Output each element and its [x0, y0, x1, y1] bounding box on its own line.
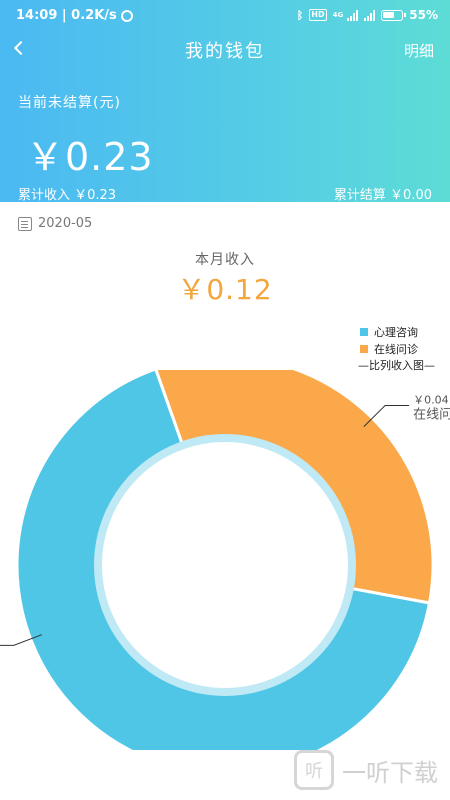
legend-label-consult: 心理咨询	[374, 325, 418, 339]
hd-badge: HD	[309, 9, 327, 21]
battery-icon	[381, 9, 407, 21]
wallet-header: 14:09 | 0.2K/s ᛒ HD 4G 55% 我的钱包 明细 当前未结算…	[0, 0, 450, 203]
legend-label-online: 在线问诊	[374, 342, 418, 356]
pending-label: 当前未结算(元)	[18, 95, 121, 111]
legend-swatch-online	[360, 344, 368, 353]
data-label-online-name: 在线问诊	[413, 407, 450, 422]
status-time: 14:09 | 0.2K/s	[16, 8, 117, 23]
network-type-label: 4G	[332, 10, 344, 19]
slice-online[interactable]	[154, 370, 435, 605]
month-selector[interactable]: 2020-05	[18, 216, 92, 231]
legend-swatch-consult	[360, 327, 368, 336]
donut-inner-ring	[94, 434, 356, 696]
total-income: 累计收入 ￥0.23	[18, 188, 117, 203]
month-date: 2020-05	[38, 216, 93, 231]
status-right: ᛒ HD 4G 55%	[297, 8, 438, 22]
bluetooth-icon: ᛒ	[296, 8, 304, 22]
alarm-icon	[120, 9, 133, 22]
detail-link[interactable]: 明细	[404, 40, 434, 61]
battery-level: 55%	[409, 8, 438, 22]
status-left: 14:09 | 0.2K/s	[16, 8, 133, 23]
signal-icon-2	[364, 9, 376, 21]
nav-bar: 我的钱包 明细	[0, 30, 450, 68]
total-settled: 累计结算 ￥0.00	[333, 188, 432, 203]
page-title: 我的钱包	[185, 41, 265, 62]
month-income-label: 本月收入	[195, 252, 255, 268]
signal-icon	[347, 9, 359, 21]
calendar-icon	[18, 216, 32, 231]
watermark-logo: 听	[294, 750, 334, 790]
chart-legend: 心理咨询 在线问诊	[360, 323, 418, 357]
legend-item-online: 在线问诊	[360, 340, 418, 357]
month-income-amount: ￥0.12	[177, 273, 273, 306]
income-donut-chart: ￥0.04在线问诊￥0.08心理咨询	[0, 370, 450, 750]
watermark-text: 一听下载	[342, 758, 438, 787]
watermark: 听 一听下载	[294, 750, 438, 790]
legend-item-consult: 心理咨询	[360, 323, 418, 340]
data-label-online-value: ￥0.04	[413, 393, 449, 406]
status-bar: 14:09 | 0.2K/s ᛒ HD 4G 55%	[0, 0, 450, 30]
pending-amount: ￥0.23	[26, 135, 154, 179]
